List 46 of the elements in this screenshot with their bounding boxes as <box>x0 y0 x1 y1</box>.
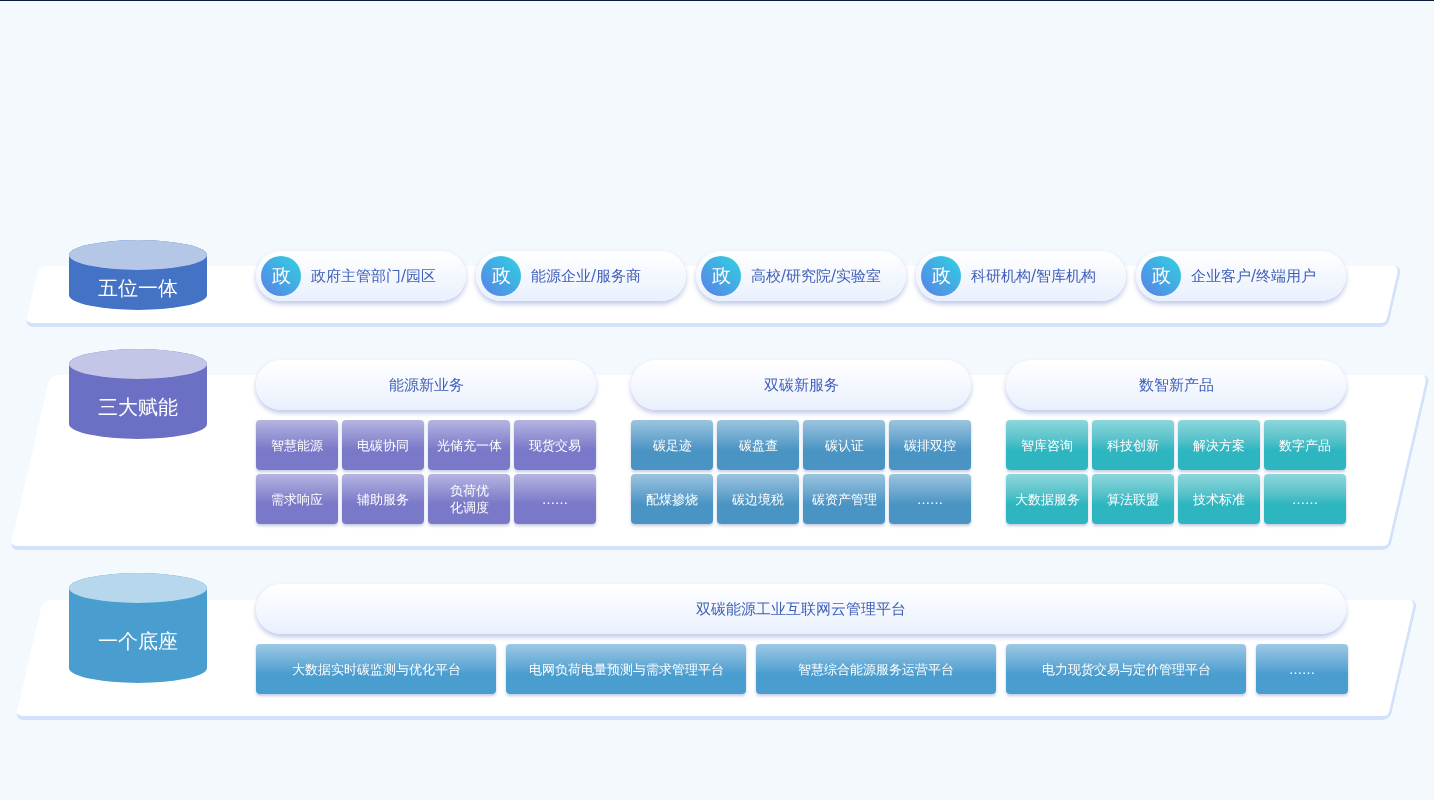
feature-tile: 碳资产管理 <box>803 474 885 524</box>
section-header: 双碳能源工业互联网云管理平台 <box>256 584 1346 634</box>
feature-tile: 电力现货交易与定价管理平台 <box>1006 644 1246 694</box>
feature-tile: 碳足迹 <box>631 420 713 470</box>
feature-tile: 配煤掺烧 <box>631 474 713 524</box>
role-label: 企业客户/终端用户 <box>1191 266 1317 286</box>
feature-tile: 智慧能源 <box>256 420 338 470</box>
feature-tile: 技术标准 <box>1178 474 1260 524</box>
feature-tile: …… <box>889 474 971 524</box>
role-badge: 政 <box>261 256 301 296</box>
role-label: 高校/研究院/实验室 <box>751 266 882 286</box>
feature-tile: 光储充一体 <box>428 420 510 470</box>
feature-tile: 负荷优化调度 <box>428 474 510 524</box>
role-badge: 政 <box>481 256 521 296</box>
role-badge: 政 <box>1141 256 1181 296</box>
role-label: 政府主管部门/园区 <box>311 266 437 286</box>
feature-tile: 现货交易 <box>514 420 596 470</box>
feature-tile: 数字产品 <box>1264 420 1346 470</box>
role-label: 科研机构/智库机构 <box>971 266 1097 286</box>
role-label: 能源企业/服务商 <box>531 266 642 286</box>
section-header: 数智新产品 <box>1006 360 1346 410</box>
role-badge: 政 <box>701 256 741 296</box>
feature-tile: 智慧综合能源服务运营平台 <box>756 644 996 694</box>
feature-tile: 科技创新 <box>1092 420 1174 470</box>
feature-tile: 需求响应 <box>256 474 338 524</box>
feature-tile: 碳认证 <box>803 420 885 470</box>
feature-tile: 大数据实时碳监测与优化平台 <box>256 644 496 694</box>
feature-tile: 大数据服务 <box>1006 474 1088 524</box>
feature-tile: 碳排双控 <box>889 420 971 470</box>
feature-tile: 解决方案 <box>1178 420 1260 470</box>
role-badge: 政 <box>921 256 961 296</box>
feature-tile: 算法联盟 <box>1092 474 1174 524</box>
feature-tile: 电网负荷电量预测与需求管理平台 <box>506 644 746 694</box>
layer-title: 五位一体 <box>98 274 178 302</box>
feature-tile: …… <box>1264 474 1346 524</box>
feature-tile: 碳边境税 <box>717 474 799 524</box>
layer-title: 三大赋能 <box>98 393 178 421</box>
feature-tile: 智库咨询 <box>1006 420 1088 470</box>
section-header: 能源新业务 <box>256 360 596 410</box>
feature-tile: …… <box>1256 644 1348 694</box>
feature-tile: …… <box>514 474 596 524</box>
feature-tile: 辅助服务 <box>342 474 424 524</box>
section-header: 双碳新服务 <box>631 360 971 410</box>
feature-tile: 电碳协同 <box>342 420 424 470</box>
layer-title: 一个底座 <box>98 627 178 655</box>
feature-tile: 碳盘查 <box>717 420 799 470</box>
